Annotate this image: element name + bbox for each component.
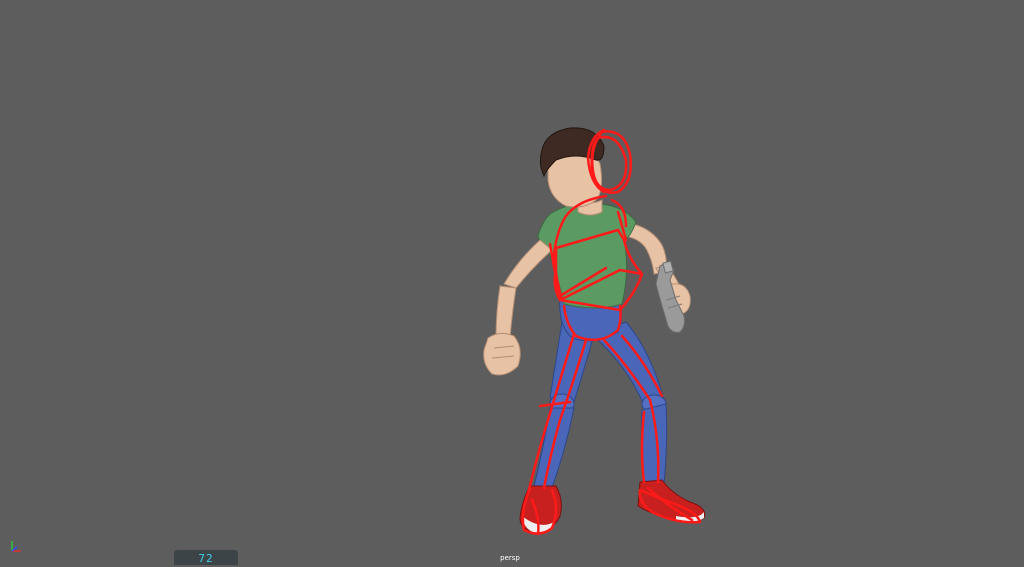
scene-canvas[interactable] <box>0 0 1024 565</box>
character-model[interactable] <box>483 127 706 534</box>
camera-label[interactable]: persp <box>490 553 530 563</box>
3d-viewport[interactable]: 72 persp <box>0 0 1024 565</box>
left-upper-arm <box>503 239 553 289</box>
frame-counter: 72 <box>174 550 238 565</box>
left-hand-fist <box>483 332 521 376</box>
left-forearm <box>495 285 517 339</box>
axis-gizmo <box>11 541 21 552</box>
